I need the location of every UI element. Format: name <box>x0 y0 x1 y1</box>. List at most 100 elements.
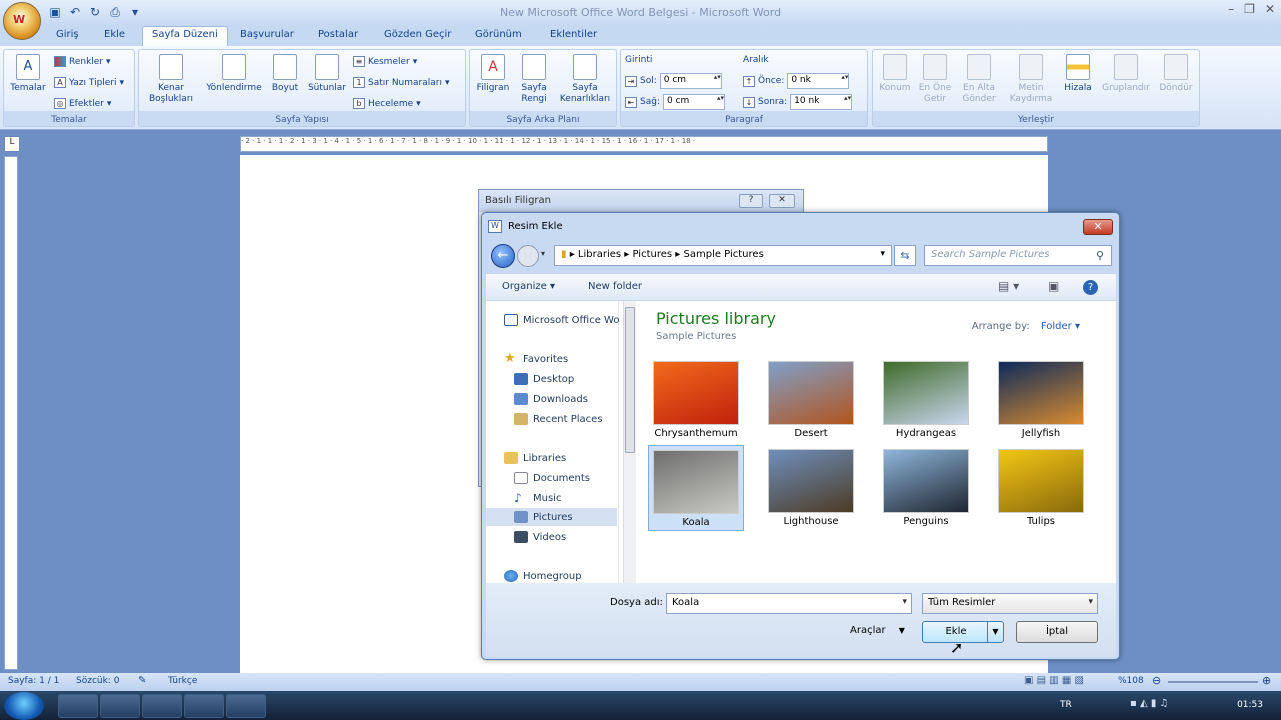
kesmeler-button[interactable]: ≡ Kesmeler ▾ <box>353 56 417 67</box>
crumb-pictures[interactable]: Pictures <box>633 249 673 260</box>
crumb-sample-pictures[interactable]: Sample Pictures <box>684 249 764 260</box>
tab-ekle[interactable]: Ekle <box>104 29 125 40</box>
horizontal-ruler[interactable]: · 2 · 1 · 1 · 1 · 2 · 1 · 3 · 1 · 4 · 1 … <box>240 136 1048 152</box>
zoom-out-icon[interactable]: ⊖ <box>1152 674 1161 687</box>
nav-libraries[interactable]: Libraries <box>504 449 634 467</box>
refresh-icon[interactable]: ⇆ <box>894 245 916 266</box>
indent-right-icon: ⇤ <box>625 96 637 108</box>
nav-microsoft-office[interactable]: Microsoft Office Wo <box>504 311 634 329</box>
metin-kaydirma-button[interactable]: Metin Kaydırma <box>1005 54 1057 105</box>
thumbnail-item[interactable]: Jellyfish <box>993 357 1089 443</box>
thumbnail-item[interactable]: Desert <box>763 357 859 443</box>
history-dropdown-icon[interactable]: ▾ <box>541 249 545 258</box>
en-alta-gonder-button[interactable]: En Alta Gönder <box>957 54 1001 105</box>
yonlendirme-button[interactable]: Yönlendirme <box>203 54 265 94</box>
view-buttons[interactable]: ▣ ▤ ▥ ▦ ▧ <box>1024 675 1084 686</box>
tab-gozden-gecir[interactable]: Gözden Geçir <box>384 29 451 40</box>
tools-button[interactable]: Araçlar ▼ <box>850 625 905 636</box>
resim-ekle-dialog: W Resim Ekle ✕ ← ▾ ▮ ▸ Libraries ▸ Pictu… <box>481 212 1120 660</box>
tab-selector-icon[interactable]: L <box>4 136 20 152</box>
taskbar-word-icon[interactable] <box>184 694 224 718</box>
taskbar-paint-icon[interactable] <box>142 694 182 718</box>
tab-eklentiler[interactable]: Eklentiler <box>550 29 597 40</box>
nav-pictures[interactable]: Pictures <box>486 508 617 526</box>
word-count[interactable]: Sözcük: 0 <box>76 676 119 686</box>
gruplandir-button[interactable]: Gruplandır <box>1099 54 1153 94</box>
sonra-input[interactable]: 10 nk <box>790 94 853 110</box>
tab-basvurular[interactable]: Başvurular <box>240 29 294 40</box>
satir-numaralari-button[interactable]: 1 Satır Numaraları ▾ <box>353 77 450 88</box>
taskbar-media-icon[interactable] <box>100 694 140 718</box>
proofing-icon[interactable]: ✎ <box>138 675 146 686</box>
thumbnail-item[interactable]: Tulips <box>993 445 1089 531</box>
yazi-tipleri-button[interactable]: A Yazı Tipleri ▾ <box>54 77 124 88</box>
tab-gorunum[interactable]: Görünüm <box>475 29 522 40</box>
input-language[interactable]: TR <box>1060 700 1072 710</box>
minimize-icon[interactable]: – <box>1228 2 1234 16</box>
thumbnail-item[interactable]: Hydrangeas <box>878 357 974 443</box>
en-one-getir-button[interactable]: En Öne Getir <box>915 54 955 105</box>
renkler-button[interactable]: Renkler ▾ <box>54 56 111 67</box>
sol-input[interactable]: 0 cm <box>659 73 722 89</box>
back-arrow-icon[interactable]: ← <box>491 244 515 268</box>
preview-pane-icon[interactable]: ▣ <box>1048 279 1059 293</box>
arrange-by-dropdown[interactable]: Folder ▾ <box>1041 321 1080 332</box>
scrollbar-thumb[interactable] <box>625 307 635 453</box>
close-icon[interactable]: ✕ <box>1265 2 1275 16</box>
sayfa-kenarliklari-button[interactable]: Sayfa Kenarlıkları <box>556 54 614 105</box>
search-icon[interactable]: ⚲ <box>1096 249 1104 262</box>
efektler-button[interactable]: ◎ Efektler ▾ <box>54 98 111 109</box>
tray-icons[interactable]: ▪ ◭ ▮ ♫ <box>1130 698 1168 709</box>
crumb-libraries[interactable]: Libraries <box>578 249 621 260</box>
hizala-button[interactable]: Hizala <box>1059 54 1097 94</box>
sutunlar-button[interactable]: Sütunlar <box>305 54 349 94</box>
zoom-level[interactable]: %108 <box>1118 676 1144 686</box>
once-input[interactable]: 0 nk <box>787 73 850 89</box>
new-folder-button[interactable]: New folder <box>588 281 642 292</box>
konum-button[interactable]: Konum <box>875 54 915 94</box>
help-icon[interactable]: ? <box>1083 280 1098 295</box>
address-box[interactable]: ▮ ▸ Libraries ▸ Pictures ▸ Sample Pictur… <box>554 245 892 266</box>
sag-input[interactable]: 0 cm <box>662 94 725 110</box>
close-button[interactable]: ✕ <box>769 194 795 208</box>
forward-arrow-icon[interactable] <box>517 245 539 267</box>
office-button[interactable]: W <box>3 2 41 40</box>
cancel-button[interactable]: İptal <box>1016 621 1098 643</box>
search-input[interactable]: Search Sample Pictures <box>924 245 1112 266</box>
thumbnail-item[interactable]: Koala <box>648 445 744 531</box>
boyut-button[interactable]: Boyut <box>267 54 303 94</box>
kenar-bosluklari-button[interactable]: Kenar Boşlukları <box>143 54 199 105</box>
spacing-after-icon: ↓ <box>743 96 755 108</box>
page-count[interactable]: Sayfa: 1 / 1 <box>8 676 59 686</box>
sayfa-rengi-button[interactable]: Sayfa Rengi <box>514 54 554 105</box>
taskbar-explorer-icon[interactable] <box>58 694 98 718</box>
filigran-button[interactable]: A Filigran <box>474 54 512 94</box>
tab-postalar[interactable]: Postalar <box>318 29 358 40</box>
language[interactable]: Türkçe <box>168 676 197 686</box>
tab-sayfa-duzeni[interactable]: Sayfa Düzeni <box>142 26 228 46</box>
nav-favorites[interactable]: ★ Favorites <box>504 350 634 368</box>
view-icon[interactable]: ▤ ▾ <box>998 279 1019 293</box>
nav-scrollbar[interactable] <box>623 301 636 583</box>
vertical-ruler[interactable] <box>4 156 18 670</box>
dondur-button[interactable]: Döndür <box>1155 54 1197 94</box>
zoom-slider[interactable] <box>1168 681 1258 683</box>
organize-button[interactable]: Organize ▾ <box>502 281 555 292</box>
heceleme-button[interactable]: b Heceleme ▾ <box>353 98 421 109</box>
maximize-icon[interactable]: ❐ <box>1244 2 1255 16</box>
zoom-in-icon[interactable]: ⊕ <box>1262 674 1271 687</box>
start-button[interactable] <box>4 692 44 720</box>
help-button[interactable]: ? <box>739 194 763 208</box>
thumbnail-item[interactable]: Penguins <box>878 445 974 531</box>
tab-giris[interactable]: Giriş <box>56 29 79 40</box>
taskbar-app-icon[interactable] <box>226 694 266 718</box>
insert-dropdown-icon[interactable]: ▼ <box>987 622 1003 642</box>
close-button[interactable]: ✕ <box>1083 219 1113 235</box>
file-type-select[interactable]: Tüm Resimler <box>922 593 1098 614</box>
clock[interactable]: 01:53 <box>1237 700 1263 710</box>
address-dropdown-icon[interactable]: ▾ <box>880 249 885 259</box>
thumbnail-item[interactable]: Chrysanthemum <box>648 357 744 443</box>
filename-input[interactable]: Koala <box>666 593 912 614</box>
temalar-button[interactable]: A Temalar <box>8 54 48 94</box>
thumbnail-item[interactable]: Lighthouse <box>763 445 859 531</box>
